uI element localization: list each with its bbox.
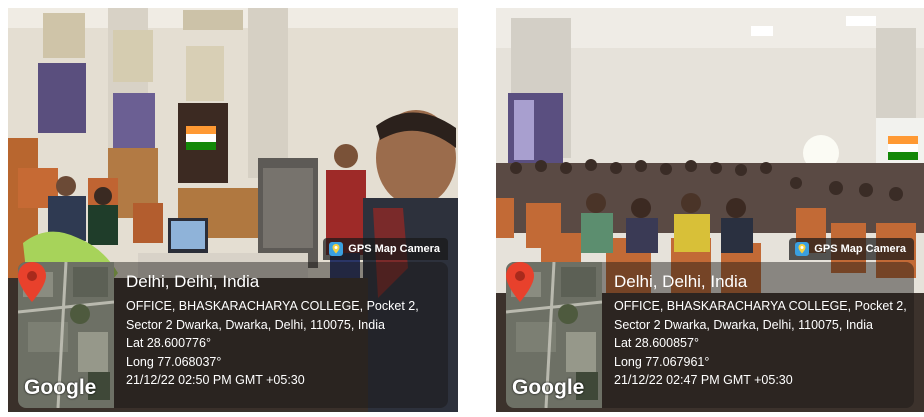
map-thumbnail: Google bbox=[506, 262, 602, 408]
longitude: Long 77.068037° bbox=[126, 354, 222, 369]
geotag-overlay: Google Delhi, Delhi, India OFFICE, BHASK… bbox=[18, 262, 448, 408]
latitude: Lat 28.600857° bbox=[614, 336, 699, 350]
address-line-1: OFFICE, BHASKARACHARYA COLLEGE, Pocket 2… bbox=[126, 299, 419, 313]
google-logo: Google bbox=[512, 376, 585, 399]
longitude: Long 77.067961° bbox=[614, 354, 710, 369]
geotag-info: Delhi, Delhi, India OFFICE, BHASKARACHAR… bbox=[614, 272, 910, 390]
timestamp: 21/12/22 02:50 PM GMT +05:30 bbox=[126, 373, 305, 387]
gps-map-camera-badge: GPS Map Camera bbox=[789, 238, 914, 260]
latitude: Lat 28.600776° bbox=[126, 336, 211, 350]
gps-map-camera-badge: GPS Map Camera bbox=[323, 238, 448, 260]
address-line-2: Sector 2 Dwarka, Dwarka, Delhi, 110075, … bbox=[614, 317, 873, 332]
geotag-info: Delhi, Delhi, India OFFICE, BHASKARACHAR… bbox=[126, 272, 444, 390]
gps-map-camera-icon bbox=[329, 242, 344, 256]
address-line-2: Sector 2 Dwarka, Dwarka, Delhi, 110075, … bbox=[126, 317, 385, 332]
gps-badge-label: GPS Map Camera bbox=[814, 243, 906, 255]
location-pin-icon bbox=[18, 262, 46, 302]
map-thumbnail: Google bbox=[18, 262, 114, 408]
location-city: Delhi, Delhi, India bbox=[614, 272, 748, 291]
google-logo: Google bbox=[24, 376, 97, 399]
address-line-1: OFFICE, BHASKARACHARYA COLLEGE, Pocket 2… bbox=[614, 299, 907, 313]
location-city: Delhi, Delhi, India bbox=[126, 272, 260, 291]
geotag-overlay: Google Delhi, Delhi, India OFFICE, BHASK… bbox=[506, 262, 914, 408]
photo-left: GPS Map Camera Google Delhi, Delhi, Indi… bbox=[8, 8, 458, 412]
timestamp: 21/12/22 02:47 PM GMT +05:30 bbox=[614, 373, 793, 387]
location-pin-icon bbox=[506, 262, 534, 302]
gps-badge-label: GPS Map Camera bbox=[348, 243, 440, 255]
gps-map-camera-icon bbox=[795, 242, 810, 256]
photo-right: GPS Map Camera Google Delhi, Delhi, Indi… bbox=[496, 8, 924, 412]
